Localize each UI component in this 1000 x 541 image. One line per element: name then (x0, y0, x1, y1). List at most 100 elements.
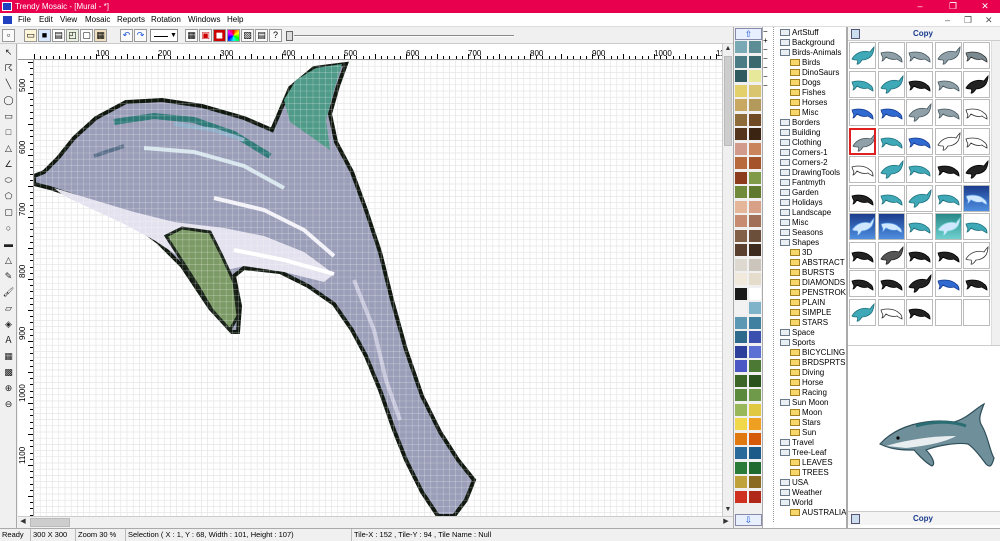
palette-up-button[interactable]: ⇧ (735, 28, 762, 40)
color-swatch[interactable] (749, 258, 761, 271)
tile-thumbnail[interactable] (963, 184, 990, 212)
menu-edit[interactable]: Edit (39, 14, 53, 26)
tree-item[interactable]: Fantmyth (780, 178, 825, 188)
color-swatch[interactable] (735, 403, 747, 416)
color-swatch[interactable] (749, 331, 761, 343)
tree-item[interactable]: Racing (790, 388, 827, 398)
color-swatch[interactable] (749, 84, 761, 97)
copy-icon[interactable] (851, 514, 860, 524)
color-swatch[interactable] (735, 128, 747, 140)
color-swatch[interactable] (749, 461, 761, 474)
tile-thumbnail[interactable] (849, 99, 876, 126)
menu-file[interactable]: File (18, 14, 31, 26)
tree-item[interactable]: ABSTRACT (790, 258, 845, 268)
line-style-select[interactable]: ▼ (150, 29, 178, 42)
tree-item[interactable]: Background (780, 38, 835, 48)
color-swatch[interactable] (735, 461, 747, 474)
copy-button-top[interactable]: Copy (878, 27, 968, 41)
color-swatch[interactable] (735, 142, 747, 155)
tile-thumbnail[interactable] (849, 241, 876, 269)
tree-item[interactable]: Holidays (780, 198, 823, 208)
polygon-icon[interactable]: ⬠ (2, 190, 15, 203)
slider-thumb[interactable] (286, 31, 293, 41)
color-swatch[interactable] (749, 476, 761, 488)
tile-thumbnail[interactable] (963, 99, 990, 126)
tile-thumbnail[interactable] (906, 241, 933, 269)
tile-thumbnail[interactable] (963, 213, 990, 240)
tile-thumbnail[interactable] (934, 42, 962, 69)
color-swatch[interactable] (749, 157, 761, 169)
scroll-up-icon[interactable]: ▲ (723, 44, 733, 54)
tree-item[interactable]: Sun (790, 428, 816, 438)
color-swatch[interactable] (735, 302, 747, 314)
zoom-icon[interactable]: ◰ (66, 29, 79, 42)
tile-thumbnail[interactable] (849, 298, 876, 326)
tile-thumbnail[interactable] (877, 298, 905, 326)
grid-toggle-icon[interactable]: ▩ (2, 366, 15, 379)
tree-item[interactable]: SIMPLE (790, 308, 831, 318)
tile-thumbnail[interactable] (877, 241, 905, 269)
tree-item[interactable]: STARS (790, 318, 828, 328)
color-swatch[interactable] (735, 447, 747, 459)
circle-icon[interactable]: ○ (2, 222, 15, 235)
tile-set-icon[interactable]: ▦ (94, 29, 107, 42)
save-icon[interactable]: ■ (38, 29, 51, 42)
tree-item[interactable]: Seasons (780, 228, 823, 238)
tile-thumbnail[interactable] (849, 42, 876, 69)
thumbnail-scrollbar[interactable] (991, 41, 1000, 345)
copy-button-bottom[interactable]: Copy (878, 512, 968, 526)
tree-item[interactable]: Corners-1 (780, 148, 828, 158)
tile-thumbnail[interactable] (934, 70, 962, 98)
tile-thumbnail[interactable] (906, 70, 933, 98)
menu-windows[interactable]: Windows (188, 14, 220, 26)
zoom-slider[interactable] (286, 31, 516, 41)
tree-item[interactable]: 3D (790, 248, 812, 258)
tile-thumbnail[interactable] (877, 99, 905, 126)
color-swatch[interactable] (749, 490, 761, 503)
pointer-icon[interactable]: ↖ (2, 46, 15, 59)
oval-icon[interactable]: ⬭ (2, 174, 15, 187)
tile-thumbnail[interactable] (877, 270, 905, 297)
tree-item[interactable]: DrawingTools (780, 168, 840, 178)
color-swatch[interactable] (749, 432, 761, 445)
open-icon[interactable]: ▭ (24, 29, 37, 42)
color-swatch[interactable] (735, 55, 747, 68)
tile-thumbnail[interactable] (934, 241, 962, 269)
canvas-vertical-scrollbar[interactable]: ▲ ▼ (722, 44, 733, 516)
tile-thumbnail[interactable] (934, 270, 962, 297)
tree-item[interactable]: USA (780, 478, 808, 488)
color-swatch[interactable] (735, 432, 747, 445)
tree-item[interactable]: Garden (780, 188, 819, 198)
tree-item[interactable]: Diving (790, 368, 824, 378)
tree-item[interactable]: LEAVES (790, 458, 833, 468)
color-swatch[interactable] (735, 200, 747, 213)
mdi-restore-button[interactable]: ❐ (964, 14, 972, 26)
tile-thumbnail[interactable] (906, 270, 933, 297)
tile-thumbnail[interactable] (906, 127, 933, 155)
tree-item[interactable]: Clothing (780, 138, 821, 148)
rounded-rect-icon[interactable]: ▢ (2, 206, 15, 219)
color-swatch[interactable] (735, 99, 747, 111)
scroll-thumb[interactable] (724, 56, 732, 146)
color-swatch[interactable] (735, 157, 747, 169)
color-fill-icon[interactable]: ◼ (213, 29, 226, 42)
tile-thumbnail[interactable] (849, 156, 876, 183)
color-swatch[interactable] (749, 200, 761, 213)
color-swatch[interactable] (735, 244, 747, 256)
tile-thumbnail[interactable] (906, 99, 933, 126)
tile-thumbnail[interactable] (906, 42, 933, 69)
color-swatch[interactable] (749, 345, 761, 358)
menu-reports[interactable]: Reports (117, 14, 145, 26)
color-swatch[interactable] (749, 302, 761, 314)
tree-item[interactable]: Birds-Animals (780, 48, 841, 58)
zoom-out-icon[interactable]: ⊖ (2, 398, 15, 411)
scroll-thumb[interactable] (30, 518, 70, 527)
undo-button[interactable]: ↶ (120, 29, 133, 42)
tile-thumbnail[interactable] (934, 213, 962, 240)
print-icon[interactable]: ▤ (52, 29, 65, 42)
menu-help[interactable]: Help (227, 14, 243, 26)
eraser-icon[interactable]: ▱ (2, 302, 15, 315)
color-swatch[interactable] (749, 113, 761, 126)
tree-item[interactable]: Travel (780, 438, 814, 448)
tree-item[interactable]: PENSTROKES (790, 288, 846, 298)
